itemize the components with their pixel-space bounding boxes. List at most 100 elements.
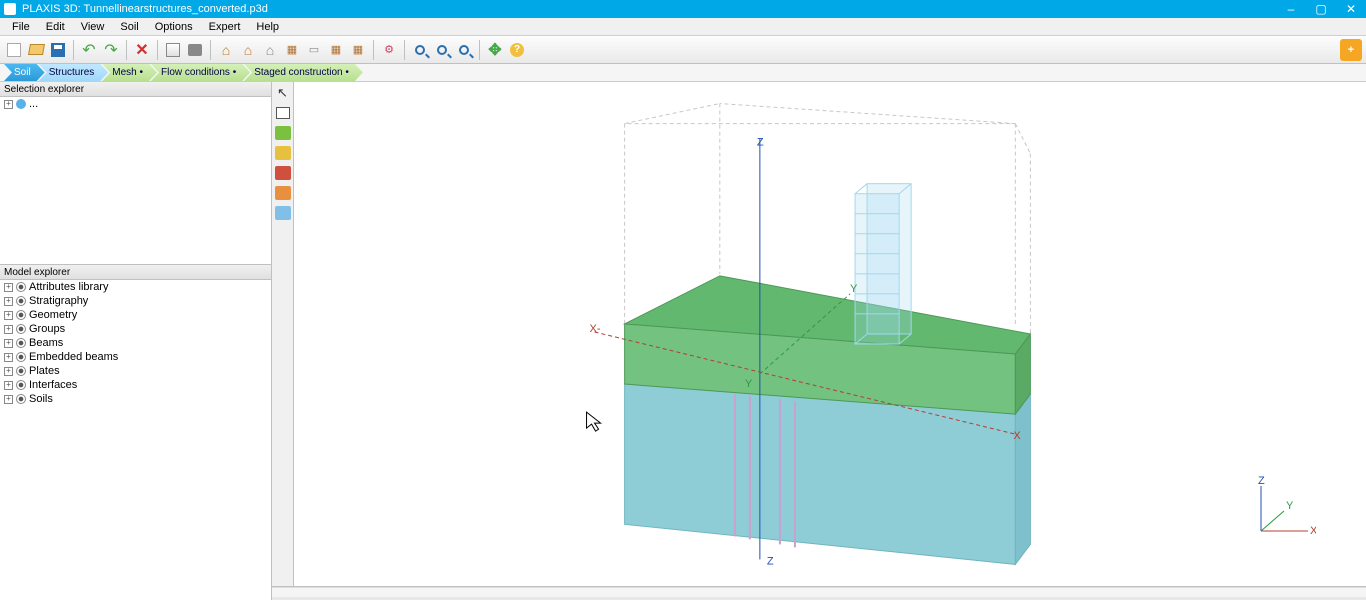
- main-toolbar: ↶ ↷ ✕ ⌂ ⌂ ⌂ ▦ ▭ ▦ ▦ ⚙ ✥ ? +: [0, 36, 1366, 64]
- titlebar: PLAXIS 3D: Tunnellinearstructures_conver…: [0, 0, 1366, 18]
- new-button[interactable]: [4, 40, 24, 60]
- expand-icon[interactable]: +: [4, 367, 13, 376]
- visibility-icon[interactable]: [16, 296, 26, 306]
- visibility-icon[interactable]: [16, 394, 26, 404]
- menu-expert[interactable]: Expert: [201, 21, 249, 33]
- tree-item-soils[interactable]: + Soils: [0, 392, 271, 406]
- tree-item-interfaces[interactable]: + Interfaces: [0, 378, 271, 392]
- nav2-button[interactable]: ⌂: [238, 40, 258, 60]
- close-button[interactable]: ✕: [1336, 0, 1366, 18]
- separator: [157, 40, 158, 60]
- settings-button[interactable]: ⚙: [379, 40, 399, 60]
- help-button[interactable]: ?: [507, 40, 527, 60]
- menu-options[interactable]: Options: [147, 21, 201, 33]
- open-button[interactable]: [26, 40, 46, 60]
- tab-staged[interactable]: Staged construction •: [244, 64, 363, 81]
- print-button[interactable]: [185, 40, 205, 60]
- tree-item-stratigraphy[interactable]: + Stratigraphy: [0, 294, 271, 308]
- model-explorer-body[interactable]: +Attributes library + Stratigraphy + Geome…: [0, 280, 271, 600]
- tree-item-embeams[interactable]: +Embedded beams: [0, 350, 271, 364]
- select-tool[interactable]: ↖: [274, 84, 292, 102]
- axis-y-neg-label: Y: [745, 378, 753, 390]
- expand-icon[interactable]: +: [4, 325, 13, 334]
- nav7-button[interactable]: ▦: [348, 40, 368, 60]
- home-button[interactable]: ⌂: [216, 40, 236, 60]
- tree-item-geometry[interactable]: + Geometry: [0, 308, 271, 322]
- expand-icon[interactable]: +: [4, 100, 13, 109]
- expand-icon[interactable]: +: [4, 297, 13, 306]
- axis-z-pos-label: Z: [757, 137, 764, 149]
- model-explorer-header: Model explorer: [0, 265, 271, 280]
- save-button[interactable]: [48, 40, 68, 60]
- workflow-tabs: Soil Structures Mesh • Flow conditions •…: [0, 64, 1366, 82]
- tree-label: Groups: [29, 323, 65, 335]
- separator: [479, 40, 480, 60]
- tree-item-beams[interactable]: +Beams: [0, 336, 271, 350]
- rect-select-tool[interactable]: [274, 104, 292, 122]
- move-button[interactable]: ✥: [485, 40, 505, 60]
- tree-label: Plates: [29, 365, 60, 377]
- menu-file[interactable]: File: [4, 21, 38, 33]
- visibility-icon[interactable]: [16, 366, 26, 376]
- tree-label: Soils: [29, 393, 53, 405]
- 3d-viewport[interactable]: Z Z X- X Y Y Z: [294, 82, 1366, 586]
- visibility-icon[interactable]: [16, 380, 26, 390]
- visibility-icon[interactable]: [16, 352, 26, 362]
- minimize-button[interactable]: –: [1276, 0, 1306, 18]
- visibility-icon[interactable]: [16, 282, 26, 292]
- compass-y: Y: [1286, 500, 1294, 512]
- expand-icon[interactable]: +: [4, 283, 13, 292]
- maximize-button[interactable]: ▢: [1306, 0, 1336, 18]
- menu-help[interactable]: Help: [248, 21, 287, 33]
- tree-label: Interfaces: [29, 379, 77, 391]
- tab-soil[interactable]: Soil: [4, 64, 45, 81]
- tab-structures[interactable]: Structures: [39, 64, 109, 81]
- tool-orange[interactable]: [274, 184, 292, 202]
- tree-label: Stratigraphy: [29, 295, 88, 307]
- expand-icon[interactable]: +: [4, 395, 13, 404]
- tool-green[interactable]: [274, 124, 292, 142]
- nav3-button[interactable]: ⌂: [260, 40, 280, 60]
- copy-button[interactable]: [163, 40, 183, 60]
- selection-root-item[interactable]: + ...: [0, 97, 271, 111]
- app-logo-icon: [4, 3, 16, 15]
- zoom-out-button[interactable]: [432, 40, 452, 60]
- axis-x-neg-label: X-: [590, 323, 601, 335]
- visibility-icon[interactable]: [16, 324, 26, 334]
- tree-label: Geometry: [29, 309, 77, 321]
- delete-button[interactable]: ✕: [132, 40, 152, 60]
- tool-yellow[interactable]: [274, 144, 292, 162]
- separator: [404, 40, 405, 60]
- model-render: Z Z X- X Y Y: [294, 82, 1366, 586]
- cursor-icon: [587, 412, 601, 431]
- window-title: PLAXIS 3D: Tunnellinearstructures_conver…: [22, 3, 268, 15]
- undo-button[interactable]: ↶: [79, 40, 99, 60]
- nav6-button[interactable]: ▦: [326, 40, 346, 60]
- tree-item-plates[interactable]: + Plates: [0, 364, 271, 378]
- tab-flow[interactable]: Flow conditions •: [151, 64, 250, 81]
- redo-button[interactable]: ↷: [101, 40, 121, 60]
- nav5-button[interactable]: ▭: [304, 40, 324, 60]
- menu-soil[interactable]: Soil: [112, 21, 146, 33]
- menu-view[interactable]: View: [73, 21, 113, 33]
- expand-icon[interactable]: +: [4, 311, 13, 320]
- expand-icon[interactable]: +: [4, 339, 13, 348]
- selection-explorer-body[interactable]: + ...: [0, 97, 271, 265]
- zoom-fit-button[interactable]: [454, 40, 474, 60]
- tree-item-groups[interactable]: + Groups: [0, 322, 271, 336]
- zoom-in-button[interactable]: [410, 40, 430, 60]
- connect-icon[interactable]: +: [1340, 39, 1362, 61]
- tool-red[interactable]: [274, 164, 292, 182]
- tool-blue[interactable]: [274, 204, 292, 222]
- visibility-icon[interactable]: [16, 338, 26, 348]
- expand-icon[interactable]: +: [4, 353, 13, 362]
- footer: [272, 586, 1366, 600]
- nav4-button[interactable]: ▦: [282, 40, 302, 60]
- axis-compass: Z X Y: [1246, 476, 1316, 546]
- tree-item-attributes[interactable]: +Attributes library: [0, 280, 271, 294]
- axis-y-pos-label: Y: [850, 283, 858, 295]
- menu-edit[interactable]: Edit: [38, 21, 73, 33]
- expand-icon[interactable]: +: [4, 381, 13, 390]
- tab-mesh[interactable]: Mesh •: [102, 64, 157, 81]
- visibility-icon[interactable]: [16, 310, 26, 320]
